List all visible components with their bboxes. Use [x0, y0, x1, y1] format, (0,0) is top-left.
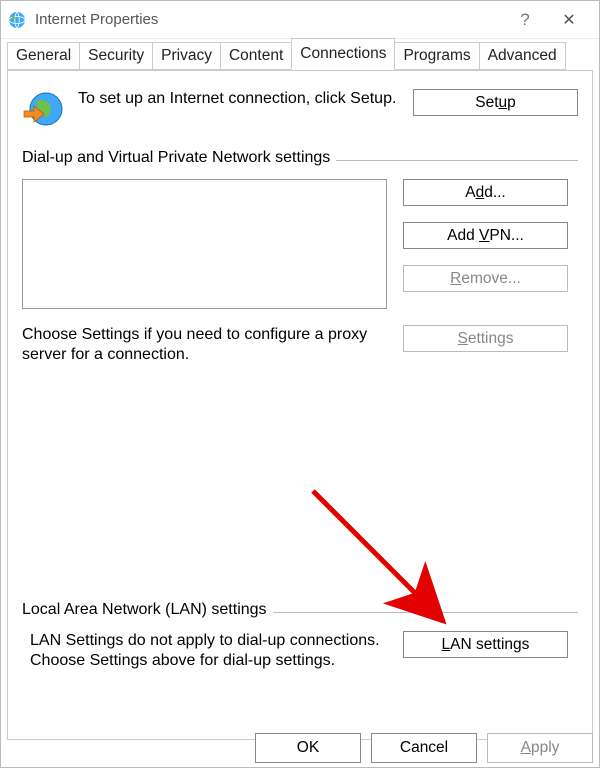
divider-line	[273, 612, 578, 613]
dialup-grid: Add... Add VPN... Remove...	[22, 179, 578, 309]
dialog-buttons: OK Cancel Apply	[255, 733, 593, 763]
tab-strip: General Security Privacy Content Connect…	[1, 39, 599, 71]
tab-advanced[interactable]: Advanced	[479, 42, 566, 70]
tab-connections[interactable]: Connections	[291, 38, 395, 70]
setup-text: To set up an Internet connection, click …	[78, 89, 399, 109]
dialup-header-label: Dial-up and Virtual Private Network sett…	[22, 149, 330, 167]
divider-line	[336, 160, 578, 161]
lan-settings-button[interactable]: LAN settings	[403, 631, 568, 658]
connections-panel: To set up an Internet connection, click …	[7, 70, 593, 740]
tab-security[interactable]: Security	[79, 42, 153, 70]
globe-app-icon	[7, 10, 27, 30]
help-button[interactable]: ?	[505, 10, 545, 30]
tab-programs[interactable]: Programs	[394, 42, 479, 70]
apply-button: Apply	[487, 733, 593, 763]
settings-button: Settings	[403, 325, 568, 352]
lan-header-label: Local Area Network (LAN) settings	[22, 601, 267, 619]
setup-button[interactable]: Setup	[413, 89, 578, 116]
lan-text: LAN Settings do not apply to dial-up con…	[22, 631, 387, 671]
internet-properties-window: Internet Properties ? ✕ General Security…	[0, 0, 600, 768]
add-button[interactable]: Add...	[403, 179, 568, 206]
titlebar: Internet Properties ? ✕	[1, 1, 599, 39]
globe-setup-icon	[22, 89, 64, 131]
setup-row: To set up an Internet connection, click …	[22, 89, 578, 131]
connections-listbox[interactable]	[22, 179, 387, 309]
dialup-buttons-column: Add... Add VPN... Remove...	[403, 179, 568, 292]
tab-general[interactable]: General	[7, 42, 80, 70]
cancel-button[interactable]: Cancel	[371, 733, 477, 763]
lan-body: LAN Settings do not apply to dial-up con…	[22, 631, 578, 671]
choose-row: Choose Settings if you need to configure…	[22, 325, 578, 365]
add-vpn-button[interactable]: Add VPN...	[403, 222, 568, 249]
window-title: Internet Properties	[35, 11, 505, 28]
lan-section: Local Area Network (LAN) settings LAN Se…	[22, 601, 578, 671]
tab-content[interactable]: Content	[220, 42, 292, 70]
remove-button: Remove...	[403, 265, 568, 292]
close-button[interactable]: ✕	[545, 10, 593, 30]
tab-privacy[interactable]: Privacy	[152, 42, 221, 70]
lan-header: Local Area Network (LAN) settings	[22, 601, 578, 619]
choose-settings-text: Choose Settings if you need to configure…	[22, 325, 387, 365]
ok-button[interactable]: OK	[255, 733, 361, 763]
dialup-header: Dial-up and Virtual Private Network sett…	[22, 149, 578, 167]
